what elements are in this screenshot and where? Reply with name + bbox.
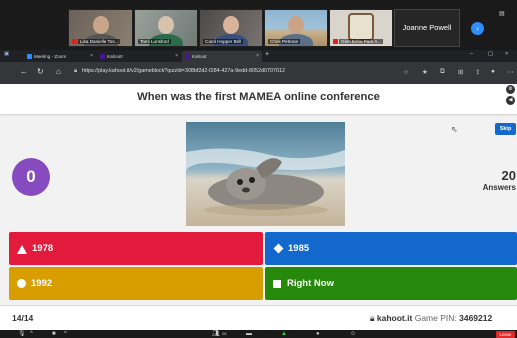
answer-label: 1985 <box>288 243 310 254</box>
question-bar: When was the first MAMEA online conferen… <box>0 84 517 114</box>
participant-tile[interactable]: Chris Petrone <box>264 9 328 47</box>
triangle-icon <box>17 244 27 254</box>
participant-name: Carol Hopper Brill <box>203 39 244 44</box>
home-icon[interactable]: ⌂ <box>56 67 61 76</box>
question-image <box>186 122 345 226</box>
url-field[interactable]: https://play.kahoot.it/v2/gameblock?quiz… <box>82 68 285 74</box>
tab-kahoot-active[interactable]: Kahoot × <box>182 51 262 62</box>
organization-logo <box>348 13 374 41</box>
close-window-icon[interactable]: × <box>505 51 508 57</box>
participant-tile-name-only[interactable]: Joanne Powell <box>394 9 460 47</box>
leave-meeting-button[interactable]: Leave <box>496 331 515 338</box>
video-camera-icon[interactable]: ■ <box>52 330 56 338</box>
new-tab-icon[interactable]: + <box>265 51 269 58</box>
chevron-right-icon: › <box>476 24 479 33</box>
diamond-icon <box>273 243 284 254</box>
screen: Lisa Danielle Tos... Tami Lunsford Carol… <box>0 0 517 338</box>
read-aloud-icon[interactable]: ☆ <box>403 68 409 76</box>
browser-window: ▣ Meeting - Zoom × Kahoot! × Kahoot × + … <box>0 50 517 84</box>
answer-option-green[interactable]: Right Now <box>265 267 517 300</box>
seal-photo <box>186 122 345 226</box>
favorites-icon[interactable]: ★ <box>422 68 428 76</box>
back-icon[interactable]: ← <box>20 67 28 76</box>
kahoot-favicon-icon <box>185 54 190 59</box>
muted-icon <box>333 39 338 44</box>
gallery-view-icon[interactable]: ▤ <box>499 10 505 17</box>
tab-label: Kahoot <box>192 54 207 59</box>
kahoot-page: When was the first MAMEA online conferen… <box>0 84 517 330</box>
question-title: When was the first MAMEA online conferen… <box>137 91 380 103</box>
chat-icon[interactable]: ▬ <box>246 330 252 338</box>
more-icon[interactable]: ⋯ <box>507 68 514 76</box>
site-name: kahoot.it <box>376 313 413 323</box>
profile-icon[interactable]: ● <box>491 68 495 75</box>
answers-count: 20 <box>501 168 516 183</box>
reactions-icon[interactable]: ☺ <box>350 330 356 338</box>
settings-icon[interactable]: ⚙ <box>506 85 515 94</box>
chevron-up-icon[interactable]: ^ <box>64 330 67 338</box>
circle-icon <box>17 279 26 288</box>
tab-kahoot-1[interactable]: Kahoot! × <box>97 51 181 62</box>
tab-zoom[interactable]: Meeting - Zoom × <box>24 51 96 62</box>
next-page-button[interactable]: › <box>471 22 484 35</box>
mouse-cursor-icon: ⇖ <box>451 125 458 134</box>
maximize-icon[interactable]: ▢ <box>488 51 493 57</box>
participant-name: Glen Echo Park A... <box>339 39 384 44</box>
microphone-icon[interactable]: 🎙︎ <box>18 330 26 338</box>
lock-icon: 🔒︎ <box>74 68 78 74</box>
volume-icon[interactable]: ◀ <box>506 96 515 105</box>
refresh-icon[interactable]: ↻ <box>37 67 44 76</box>
participant-tile[interactable]: Glen Echo Park A... <box>329 9 393 47</box>
answer-label: Right Now <box>287 278 334 289</box>
kahoot-favicon-icon <box>100 54 105 59</box>
close-tab-icon[interactable]: × <box>90 53 93 59</box>
close-tab-icon[interactable]: × <box>256 53 259 59</box>
skip-button[interactable]: Skip <box>495 123 516 135</box>
participant-name: Joanne Powell <box>402 23 452 32</box>
zoom-toolbar: 🎙︎ ^ ■ ^ 👥︎ 26 ▬ ▲ ● ☺ Leave <box>0 330 517 338</box>
game-pin-area: 🔒︎ kahoot.it Game PIN: 3469212 <box>370 313 492 324</box>
participants-icon[interactable]: 👥︎ <box>212 330 220 338</box>
address-bar: ← ↻ ⌂ 🔒︎ https://play.kahoot.it/v2/gameb… <box>0 62 517 84</box>
browser-menu-icon[interactable]: ▣ <box>4 51 9 57</box>
answer-option-yellow[interactable]: 1992 <box>9 267 263 300</box>
game-pin: 3469212 <box>459 313 493 323</box>
tab-bar: ▣ Meeting - Zoom × Kahoot! × Kahoot × + … <box>0 50 517 62</box>
participant-name: Chris Petrone <box>268 39 301 44</box>
participant-tile[interactable]: Lisa Danielle Tos... <box>68 9 133 47</box>
muted-icon <box>72 39 77 44</box>
participant-tile[interactable]: Tami Lunsford <box>134 9 198 47</box>
question-progress: 14/14 <box>12 313 34 323</box>
minimize-icon[interactable]: – <box>470 51 473 57</box>
share-screen-icon[interactable]: ▲ <box>281 330 287 338</box>
participant-name: Lisa Danielle Tos... <box>78 39 121 44</box>
lock-icon: 🔒︎ <box>370 313 375 323</box>
zoom-participant-strip: Lisa Danielle Tos... Tami Lunsford Carol… <box>0 0 517 50</box>
chevron-up-icon[interactable]: ^ <box>30 330 33 338</box>
square-icon <box>273 279 281 288</box>
answer-label: 1978 <box>32 243 54 254</box>
close-tab-icon[interactable]: × <box>175 53 178 59</box>
countdown-timer: 0 <box>12 158 50 196</box>
answer-option-blue[interactable]: 1985 <box>265 232 517 265</box>
extensions-icon[interactable]: ⊞ <box>458 68 463 76</box>
share-icon[interactable]: ⇪ <box>475 68 480 76</box>
answer-label: 1992 <box>31 278 53 289</box>
game-pin-label: Game PIN: <box>414 313 457 323</box>
tab-label: Meeting - Zoom <box>34 54 67 59</box>
participant-count: 26 <box>222 331 227 336</box>
participant-name: Tami Lunsford <box>138 39 171 44</box>
tab-label: Kahoot! <box>107 54 123 59</box>
answer-option-red[interactable]: 1978 <box>9 232 263 265</box>
record-icon[interactable]: ● <box>316 330 320 338</box>
participant-tile[interactable]: Carol Hopper Brill <box>199 9 263 47</box>
zoom-favicon-icon <box>27 54 32 59</box>
collections-icon[interactable]: ⧉ <box>440 68 445 76</box>
game-footer: 14/14 🔒︎ kahoot.it Game PIN: 3469212 <box>0 305 517 330</box>
answers-label: Answers <box>482 183 516 192</box>
